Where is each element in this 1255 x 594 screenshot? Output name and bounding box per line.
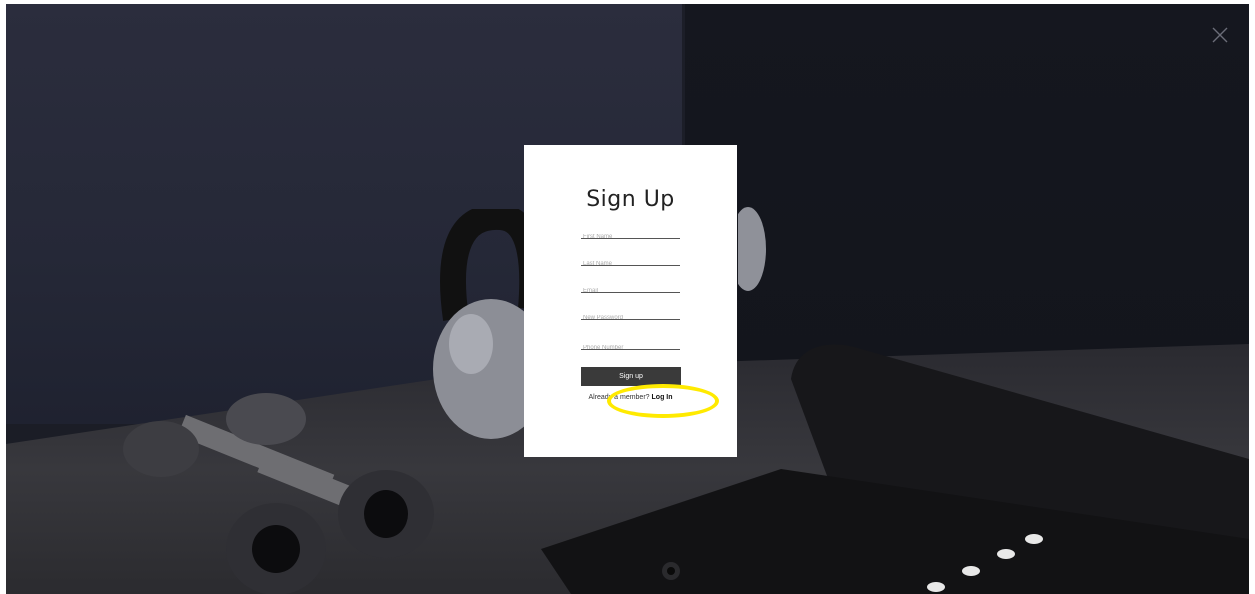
background-wall-right	[684, 4, 1249, 384]
first-name-input[interactable]	[581, 230, 680, 244]
email-input[interactable]	[581, 284, 680, 298]
last-name-field	[581, 252, 680, 271]
close-icon[interactable]	[1211, 26, 1229, 44]
first-name-field	[581, 225, 680, 244]
highlight-annotation	[607, 384, 719, 418]
new-password-field	[581, 306, 680, 325]
last-name-input[interactable]	[581, 257, 680, 271]
phone-number-input[interactable]	[581, 341, 680, 355]
kettlebell-image	[738, 207, 766, 291]
email-field	[581, 279, 680, 298]
page-title: Sign Up	[586, 187, 675, 212]
new-password-input[interactable]	[581, 311, 680, 325]
dumbbell-image	[123, 393, 434, 594]
phone-number-field	[581, 336, 680, 355]
